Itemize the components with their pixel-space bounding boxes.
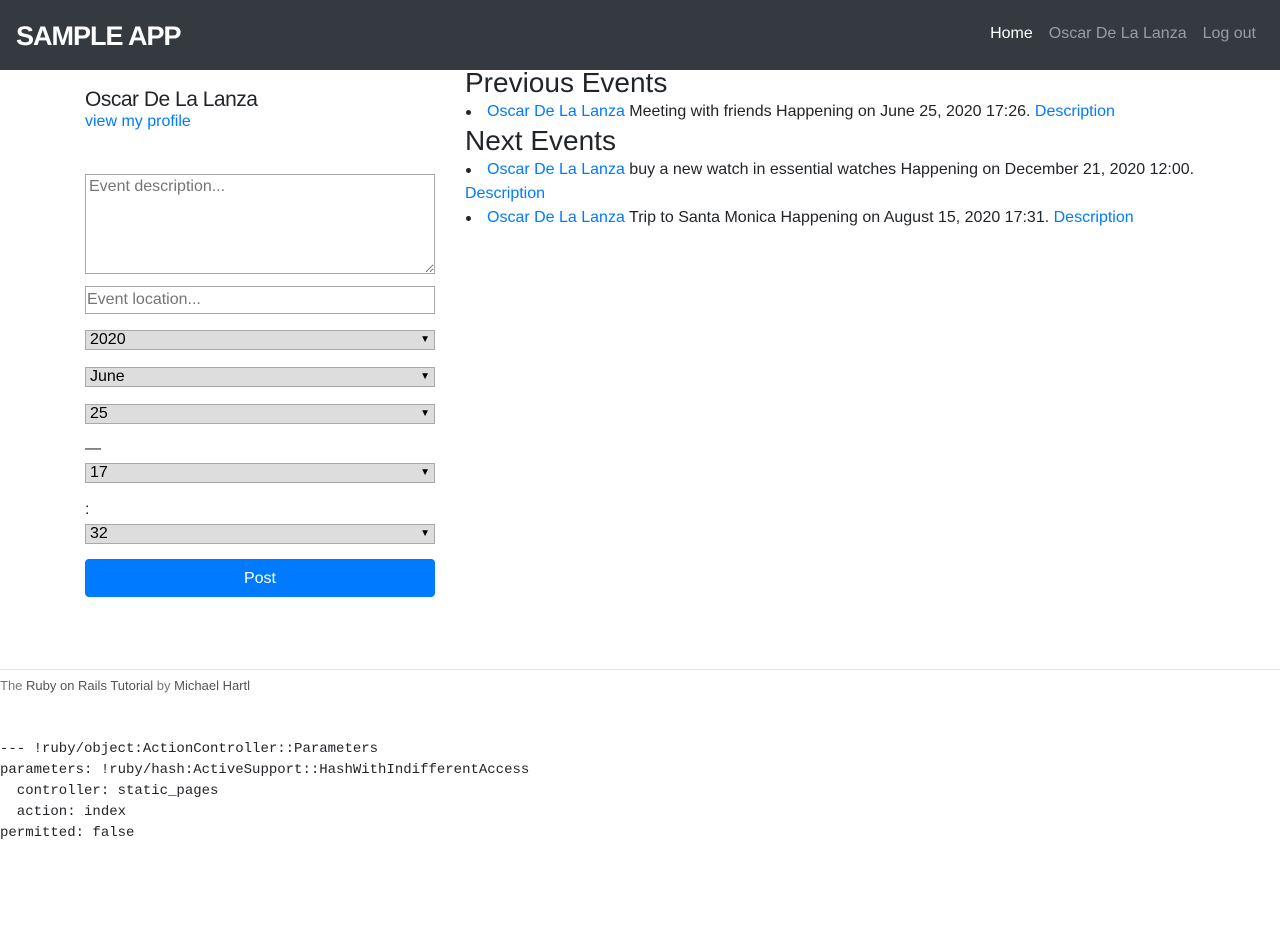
- list-item: Oscar De La Lanza Trip to Santa Monica H…: [465, 206, 1245, 230]
- event-author-link[interactable]: Oscar De La Lanza: [487, 161, 625, 178]
- footer-by: by: [153, 678, 175, 693]
- time-separator: —: [85, 440, 101, 457]
- day-select-value: 25: [90, 405, 108, 422]
- event-text: buy a new watch in essential watches Hap…: [624, 161, 1195, 178]
- debug-line: parameters: !ruby/hash:ActiveSupport::Ha…: [0, 762, 530, 778]
- list-item: Oscar De La Lanza Meeting with friends H…: [465, 100, 1245, 124]
- rails-tutorial-link[interactable]: Ruby on Rails Tutorial: [26, 678, 153, 693]
- month-select[interactable]: June ▼: [85, 367, 435, 387]
- event-description-link[interactable]: Description: [1054, 209, 1134, 226]
- navbar: SAMPLE APP Home Oscar De La Lanza Log ou…: [0, 0, 1280, 70]
- main-nav: Home Oscar De La Lanza Log out: [990, 24, 1256, 44]
- event-description-link[interactable]: Description: [465, 185, 545, 202]
- event-form: 2020 ▼ June ▼ 25 ▼ — 17 ▼ : 32 ▼ Post: [85, 174, 435, 597]
- hour-select[interactable]: 17 ▼: [85, 463, 435, 483]
- minute-select-value: 32: [90, 525, 108, 542]
- event-description-field[interactable]: [85, 174, 435, 274]
- debug-params: --- !ruby/object:ActionController::Param…: [0, 739, 529, 844]
- chevron-down-icon: ▼: [420, 408, 430, 419]
- day-select[interactable]: 25 ▼: [85, 404, 435, 424]
- sidebar: Oscar De La Lanza view my profile 2020 ▼…: [85, 88, 435, 597]
- event-location-field[interactable]: [85, 286, 435, 314]
- event-description-link[interactable]: Description: [1035, 103, 1115, 120]
- month-select-value: June: [90, 368, 125, 385]
- event-text: Trip to Santa Monica Happening on August…: [624, 209, 1054, 226]
- nav-profile-link[interactable]: Oscar De La Lanza: [1049, 24, 1187, 44]
- events-panel: Previous Events Oscar De La Lanza Meetin…: [465, 66, 1245, 230]
- debug-line: --- !ruby/object:ActionController::Param…: [0, 741, 379, 757]
- footer: The Ruby on Rails Tutorial by Michael Ha…: [0, 669, 1280, 694]
- chevron-down-icon: ▼: [420, 467, 430, 478]
- event-text: Meeting with friends Happening on June 2…: [624, 103, 1035, 120]
- post-button[interactable]: Post: [85, 559, 435, 597]
- user-name: Oscar De La Lanza: [85, 88, 258, 111]
- view-profile-link[interactable]: view my profile: [85, 112, 435, 132]
- list-item: Oscar De La Lanza buy a new watch in ess…: [465, 158, 1245, 206]
- event-author-link[interactable]: Oscar De La Lanza: [487, 209, 625, 226]
- debug-line: permitted: false: [0, 825, 135, 841]
- event-author-link[interactable]: Oscar De La Lanza: [487, 103, 625, 120]
- previous-events-heading: Previous Events: [465, 67, 668, 98]
- debug-line: controller: static_pages: [0, 783, 219, 799]
- nav-home-link[interactable]: Home: [990, 24, 1033, 44]
- previous-events-list: Oscar De La Lanza Meeting with friends H…: [465, 100, 1245, 124]
- next-events-heading: Next Events: [465, 125, 616, 156]
- footer-prefix: The: [0, 678, 27, 693]
- year-select[interactable]: 2020 ▼: [85, 330, 435, 350]
- brand-logo[interactable]: SAMPLE APP: [16, 20, 182, 52]
- year-select-value: 2020: [90, 331, 126, 348]
- chevron-down-icon: ▼: [420, 334, 430, 345]
- minute-separator: :: [85, 501, 90, 518]
- hour-select-value: 17: [90, 464, 108, 481]
- minute-select[interactable]: 32 ▼: [85, 524, 435, 544]
- nav-logout-link[interactable]: Log out: [1203, 24, 1256, 44]
- chevron-down-icon: ▼: [420, 371, 430, 382]
- debug-line: action: index: [0, 804, 127, 820]
- chevron-down-icon: ▼: [420, 528, 430, 539]
- author-link[interactable]: Michael Hartl: [174, 678, 250, 693]
- next-events-list: Oscar De La Lanza buy a new watch in ess…: [465, 158, 1245, 230]
